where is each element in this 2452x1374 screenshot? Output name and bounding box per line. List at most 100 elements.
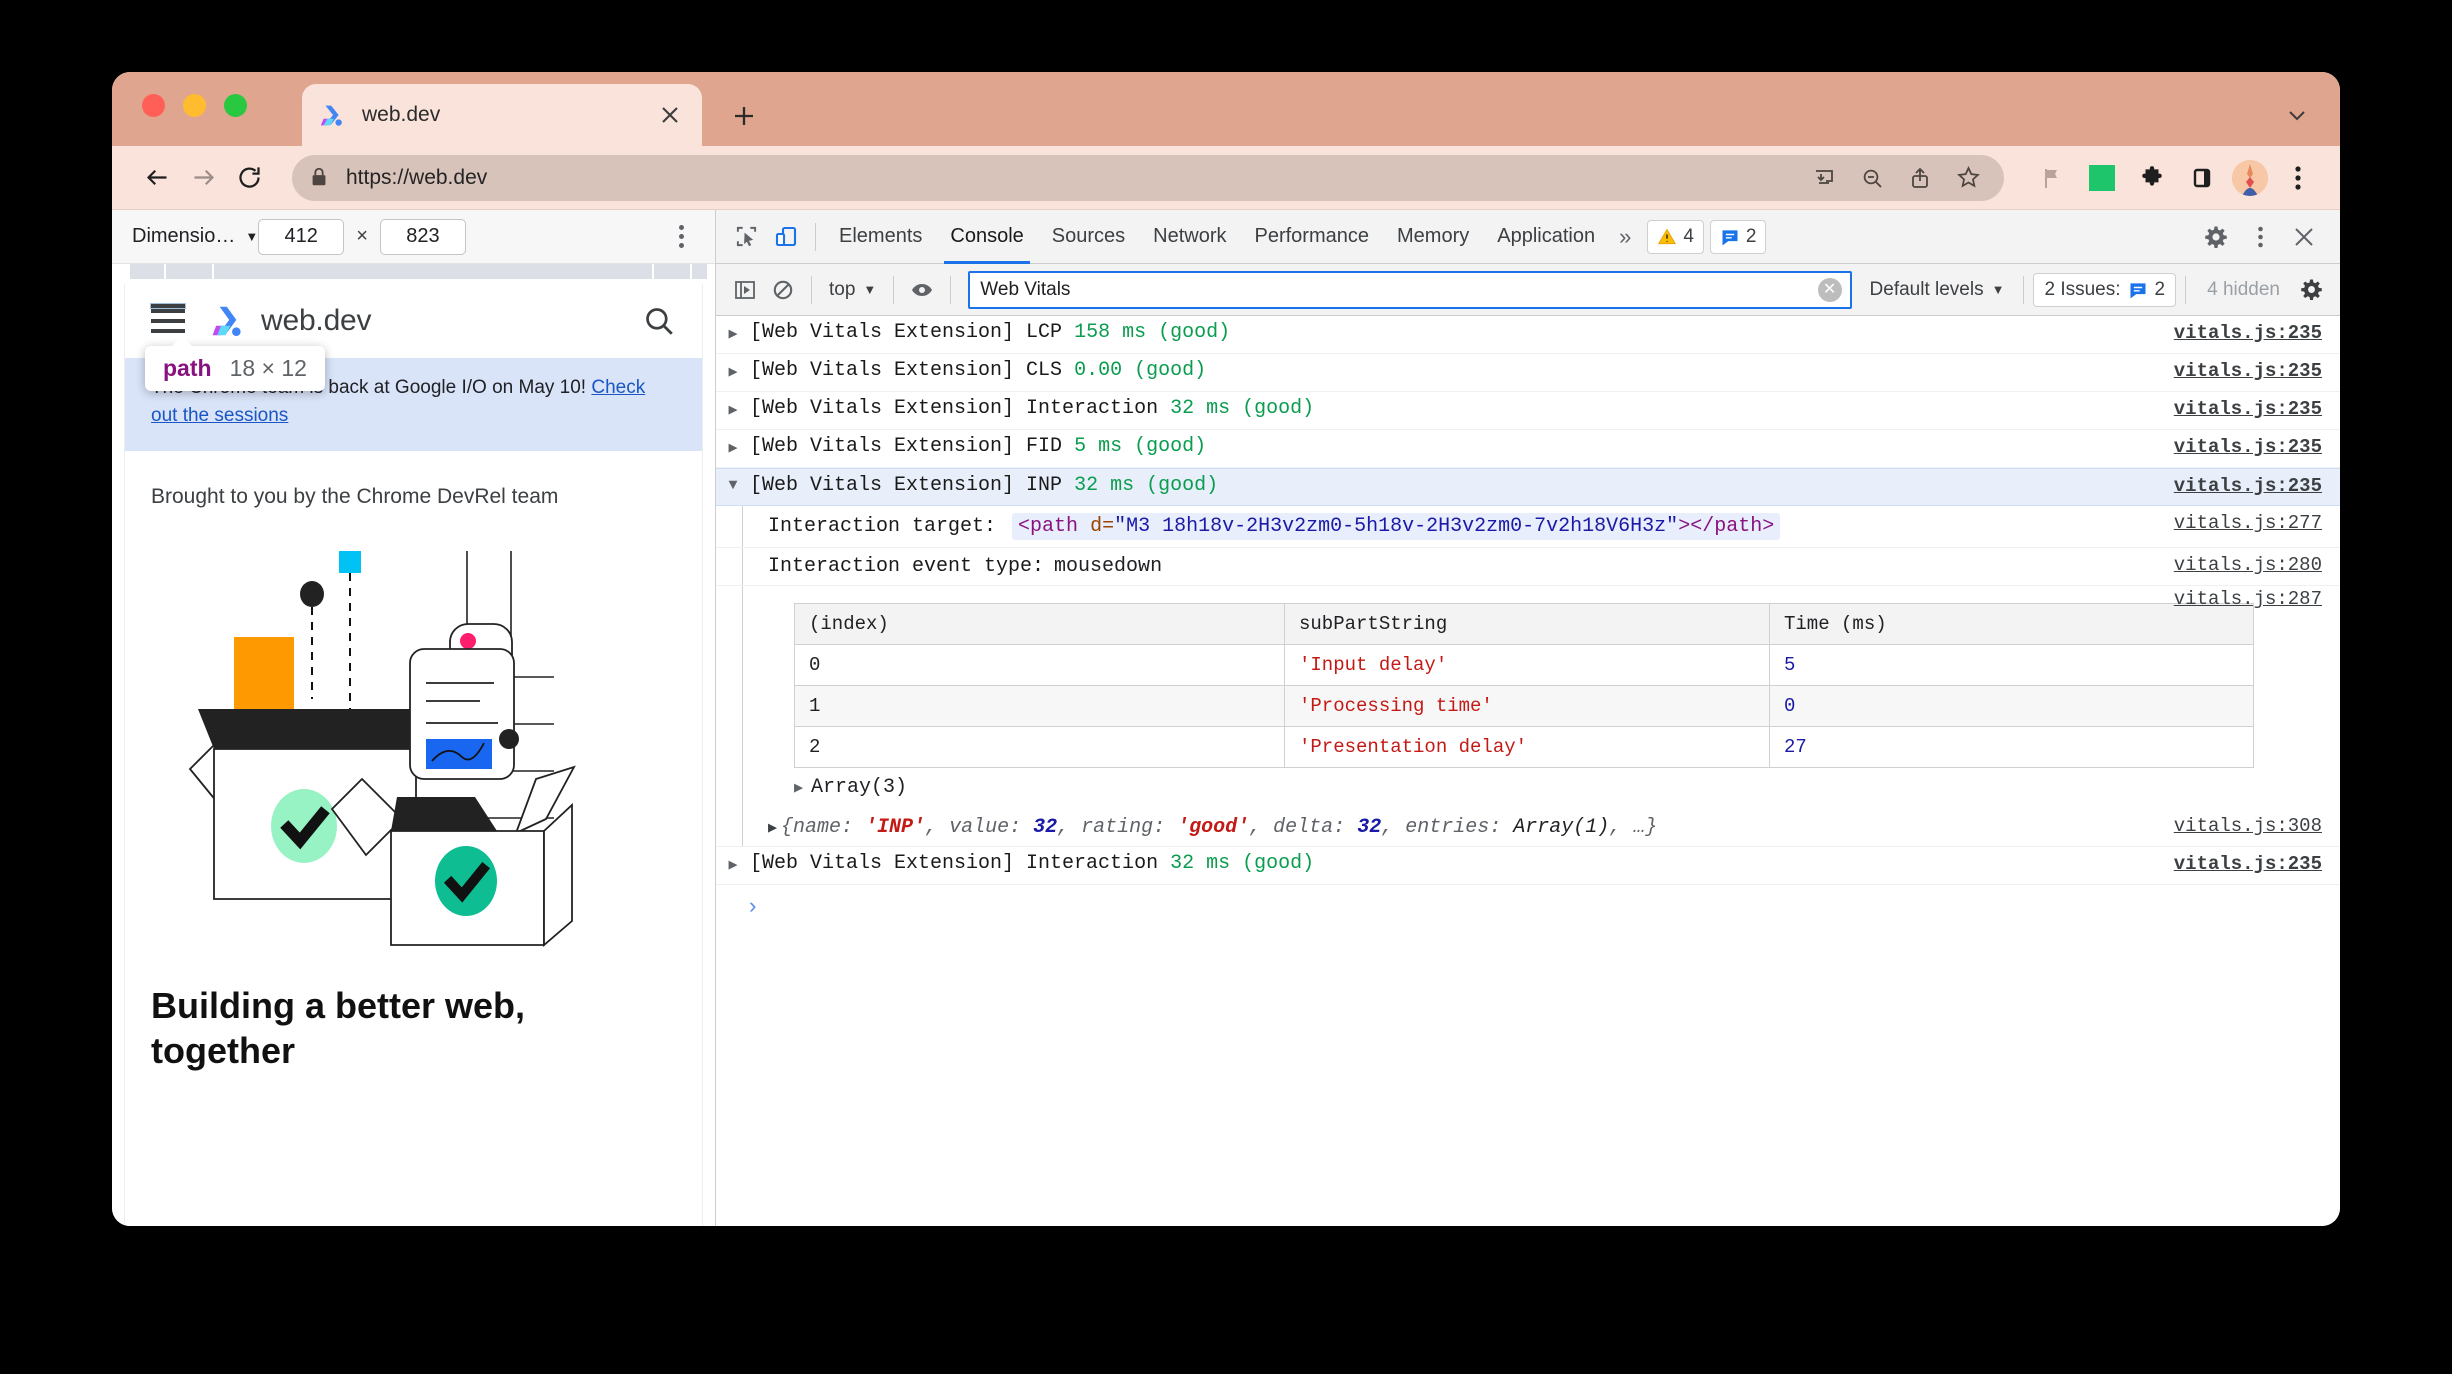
object-preview-row[interactable]: ▶ {name: 'INP', value: 32, rating: 'good'… xyxy=(716,809,2340,847)
flag-icon[interactable] xyxy=(2032,158,2072,198)
issues-button[interactable]: 2 Issues: 2 xyxy=(2033,272,2177,307)
tab-application[interactable]: Application xyxy=(1483,210,1609,264)
table-row: 0 'Input delay' 5 xyxy=(794,644,2254,686)
reload-icon[interactable] xyxy=(226,155,272,201)
message-prefix: [Web Vitals Extension] CLS xyxy=(750,359,1075,382)
expand-arrow-icon[interactable]: ▶ xyxy=(716,359,750,381)
console-sidebar-icon[interactable] xyxy=(726,271,764,309)
page-heading: Building a better web, together xyxy=(151,983,676,1073)
issues-label: 2 Issues: xyxy=(2044,278,2121,300)
expand-arrow-icon[interactable]: ▶ xyxy=(716,852,750,874)
console-row[interactable]: ▶ [Web Vitals Extension] LCP 158 ms (goo… xyxy=(716,316,2340,354)
console-filter-input[interactable]: ✕ xyxy=(968,270,1852,309)
clear-filter-icon[interactable]: ✕ xyxy=(1817,277,1842,302)
console-settings-icon[interactable] xyxy=(2292,271,2330,309)
expand-arrow-icon[interactable]: ▶ xyxy=(716,321,750,343)
interaction-event-label: Interaction event type: xyxy=(768,555,1045,578)
chevron-down-icon: ▼ xyxy=(863,282,877,297)
warning-count-badge[interactable]: 4 xyxy=(1647,219,1704,254)
back-arrow-icon[interactable] xyxy=(134,155,180,201)
live-expression-icon[interactable] xyxy=(903,271,941,309)
chrome-menu-icon[interactable] xyxy=(2278,158,2318,198)
device-more-options-icon[interactable] xyxy=(667,221,695,253)
source-link[interactable]: vitals.js:287 xyxy=(2174,588,2322,610)
minimize-window-button[interactable] xyxy=(183,94,206,117)
log-levels-label: Default levels xyxy=(1869,278,1984,300)
source-link[interactable]: vitals.js:280 xyxy=(2174,554,2322,576)
close-window-button[interactable] xyxy=(142,94,165,117)
tab-memory[interactable]: Memory xyxy=(1383,210,1483,264)
kebab-menu-icon[interactable] xyxy=(2240,217,2280,257)
source-link[interactable]: vitals.js:308 xyxy=(2174,815,2322,837)
source-link[interactable]: vitals.js:235 xyxy=(2174,853,2322,875)
zoom-out-icon[interactable] xyxy=(1852,158,1892,198)
tab-performance[interactable]: Performance xyxy=(1241,210,1384,264)
tab-search-chevron-icon[interactable] xyxy=(2278,96,2316,134)
message-count-badge[interactable]: 2 xyxy=(1709,219,1767,254)
expand-arrow-icon[interactable]: ▶ xyxy=(768,820,777,837)
console-row[interactable]: ▶ [Web Vitals Extension] Interaction 32 … xyxy=(716,392,2340,430)
install-app-icon[interactable] xyxy=(1804,158,1844,198)
browser-tab[interactable]: web.dev xyxy=(302,84,702,146)
new-tab-button[interactable] xyxy=(724,96,764,136)
expand-arrow-icon[interactable]: ▶ xyxy=(716,397,750,419)
device-width-input[interactable] xyxy=(258,218,345,255)
address-bar[interactable]: https://web.dev xyxy=(292,154,2004,201)
gear-icon[interactable] xyxy=(2196,217,2236,257)
filter-divider-1 xyxy=(811,275,812,304)
log-levels-select[interactable]: Default levels ▼ xyxy=(1860,279,2015,301)
message-prefix: [Web Vitals Extension] Interaction xyxy=(750,852,1171,875)
web-dev-logo-icon xyxy=(209,302,247,340)
source-link[interactable]: vitals.js:235 xyxy=(2174,436,2322,458)
share-icon[interactable] xyxy=(1900,158,1940,198)
source-link[interactable]: vitals.js:235 xyxy=(2174,360,2322,382)
tooltip-dimensions: 18 × 12 xyxy=(229,355,307,381)
tab-console[interactable]: Console xyxy=(936,210,1037,264)
tab-network[interactable]: Network xyxy=(1139,210,1240,264)
console-table-row: vitals.js:287 (index) subPartString Time… xyxy=(716,586,2340,809)
source-link[interactable]: vitals.js:235 xyxy=(2174,322,2322,344)
device-preset-select[interactable]: Dimensio… ▼ xyxy=(132,225,258,248)
console-prompt[interactable]: › xyxy=(716,885,2340,920)
puzzle-extensions-icon[interactable] xyxy=(2132,158,2172,198)
source-link[interactable]: vitals.js:235 xyxy=(2174,398,2322,420)
inspect-element-icon[interactable] xyxy=(726,217,766,257)
tab-elements[interactable]: Elements xyxy=(825,210,936,264)
console-row[interactable]: ▶ [Web Vitals Extension] FID 5 ms (good)… xyxy=(716,430,2340,468)
execution-context-select[interactable]: top ▼ xyxy=(821,279,884,301)
console-row[interactable]: ▶ [Web Vitals Extension] CLS 0.00 (good)… xyxy=(716,354,2340,392)
filter-text-input[interactable] xyxy=(980,278,1818,301)
maximize-window-button[interactable] xyxy=(224,94,247,117)
web-vitals-extension-icon[interactable] xyxy=(2082,158,2122,198)
source-link[interactable]: vitals.js:277 xyxy=(2174,512,2322,534)
console-output[interactable]: ▶ [Web Vitals Extension] LCP 158 ms (goo… xyxy=(716,316,2340,1226)
close-icon[interactable] xyxy=(2284,217,2324,257)
device-toolbar-icon[interactable] xyxy=(766,217,806,257)
profile-avatar[interactable] xyxy=(2232,159,2268,196)
more-tabs-icon[interactable]: » xyxy=(1609,224,1641,250)
console-message: [Web Vitals Extension] LCP 158 ms (good) xyxy=(750,321,2340,344)
expand-arrow-icon[interactable]: ▶ xyxy=(794,780,803,797)
omnibox-actions xyxy=(1804,158,1988,198)
device-height-input[interactable] xyxy=(379,218,466,255)
forward-arrow-icon[interactable] xyxy=(180,155,226,201)
expand-arrow-icon[interactable]: ▶ xyxy=(716,435,750,457)
console-message: [Web Vitals Extension] INP 32 ms (good) xyxy=(750,474,2340,497)
array-expand-row[interactable]: ▶ Array(3) xyxy=(750,768,2340,809)
console-row-selected[interactable]: ▼ [Web Vitals Extension] INP 32 ms (good… xyxy=(716,468,2340,506)
tab-sources[interactable]: Sources xyxy=(1038,210,1139,264)
close-tab-button[interactable] xyxy=(654,99,686,131)
bookmark-star-icon[interactable] xyxy=(1948,158,1988,198)
source-link[interactable]: vitals.js:235 xyxy=(2174,475,2322,497)
hamburger-icon[interactable] xyxy=(150,303,186,334)
search-icon[interactable] xyxy=(642,304,676,338)
metric-value: 32 ms (good) xyxy=(1170,852,1315,875)
interaction-target-markup[interactable]: <path d="M3 18h18v-2H3v2zm0-5h18v-2H3v2z… xyxy=(1012,513,1781,540)
clear-console-icon[interactable] xyxy=(764,271,802,309)
side-panel-icon[interactable] xyxy=(2182,158,2222,198)
column-index: (index) xyxy=(794,603,1285,645)
console-row[interactable]: ▶ [Web Vitals Extension] Interaction 32 … xyxy=(716,847,2340,885)
collapse-arrow-icon[interactable]: ▼ xyxy=(716,474,750,494)
page-viewport[interactable]: web.dev path 18 × 12 The Chrome team is … xyxy=(124,284,703,1226)
element-inspector-tooltip: path 18 × 12 xyxy=(145,336,325,391)
